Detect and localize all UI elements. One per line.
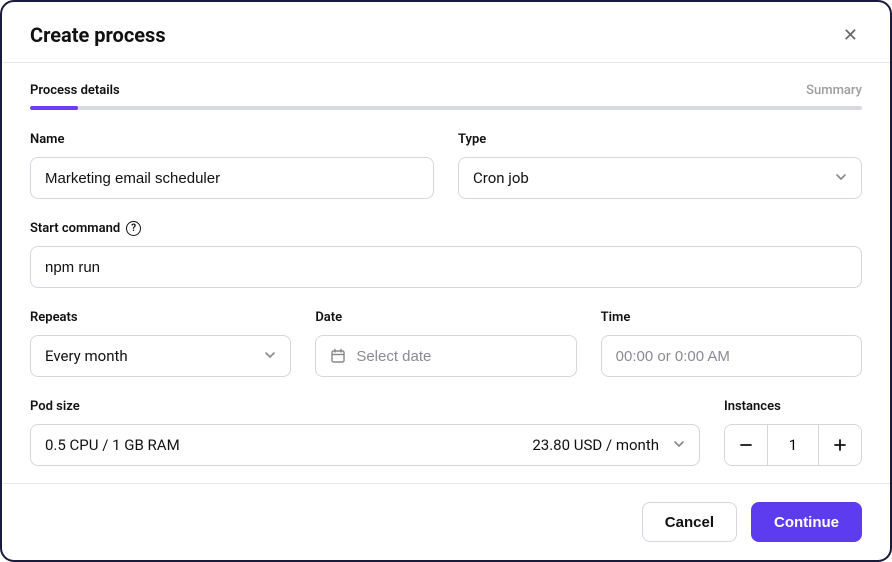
type-value: Cron job [473,169,529,187]
date-label: Date [315,310,576,325]
time-input-wrap[interactable] [601,335,862,377]
chevron-down-icon [264,347,276,365]
repeats-value: Every month [45,347,128,365]
close-button[interactable]: ✕ [839,22,862,48]
name-field: Name [30,132,434,199]
pod-size-label: Pod size [30,399,700,414]
pod-size-field: Pod size 0.5 CPU / 1 GB RAM 23.80 USD / … [30,399,700,466]
increment-button[interactable] [819,425,861,465]
start-command-field: Start command ? [30,221,862,288]
name-input-wrap[interactable] [30,157,434,199]
start-command-label-text: Start command [30,221,120,236]
cancel-button[interactable]: Cancel [642,502,737,542]
instances-count: 1 [767,425,819,465]
instances-label: Instances [724,399,862,414]
type-field: Type Cron job [458,132,862,199]
date-input-wrap[interactable] [315,335,576,377]
repeats-field: Repeats Every month [30,310,291,377]
plus-icon [833,438,847,452]
progress-fill [30,106,78,110]
step-current: Process details [30,83,120,98]
type-select[interactable]: Cron job [458,157,862,199]
chevron-down-icon [835,169,847,187]
progress-track [30,106,862,110]
minus-icon [739,438,753,452]
time-label: Time [601,310,862,325]
continue-button[interactable]: Continue [751,502,862,542]
repeats-label: Repeats [30,310,291,325]
help-icon[interactable]: ? [126,221,141,236]
date-field: Date [315,310,576,377]
name-label: Name [30,132,434,147]
pod-price: 23.80 USD / month [532,436,659,454]
name-input[interactable] [45,170,419,187]
progress-bar [2,106,890,110]
start-command-input-wrap[interactable] [30,246,862,288]
calendar-icon [330,348,346,364]
date-input[interactable] [356,348,561,365]
pod-spec: 0.5 CPU / 1 GB RAM [45,436,180,454]
modal-title: Create process [30,23,166,47]
step-indicator: Process details Summary [2,63,890,106]
modal-footer: Cancel Continue [2,483,890,560]
step-next: Summary [806,83,862,98]
pod-size-select[interactable]: 0.5 CPU / 1 GB RAM 23.80 USD / month [30,424,700,466]
instances-field: Instances 1 [724,399,862,466]
form-body: Name Type Cron job Start command [2,110,890,483]
instances-stepper: 1 [724,424,862,466]
close-icon: ✕ [843,25,858,45]
type-label: Type [458,132,862,147]
time-field: Time [601,310,862,377]
create-process-modal: Create process ✕ Process details Summary… [0,0,892,562]
start-command-input[interactable] [45,259,847,276]
chevron-down-icon [673,436,685,454]
repeats-select[interactable]: Every month [30,335,291,377]
decrement-button[interactable] [725,425,767,465]
start-command-label: Start command ? [30,221,862,236]
modal-header: Create process ✕ [2,2,890,62]
time-input[interactable] [616,348,847,365]
